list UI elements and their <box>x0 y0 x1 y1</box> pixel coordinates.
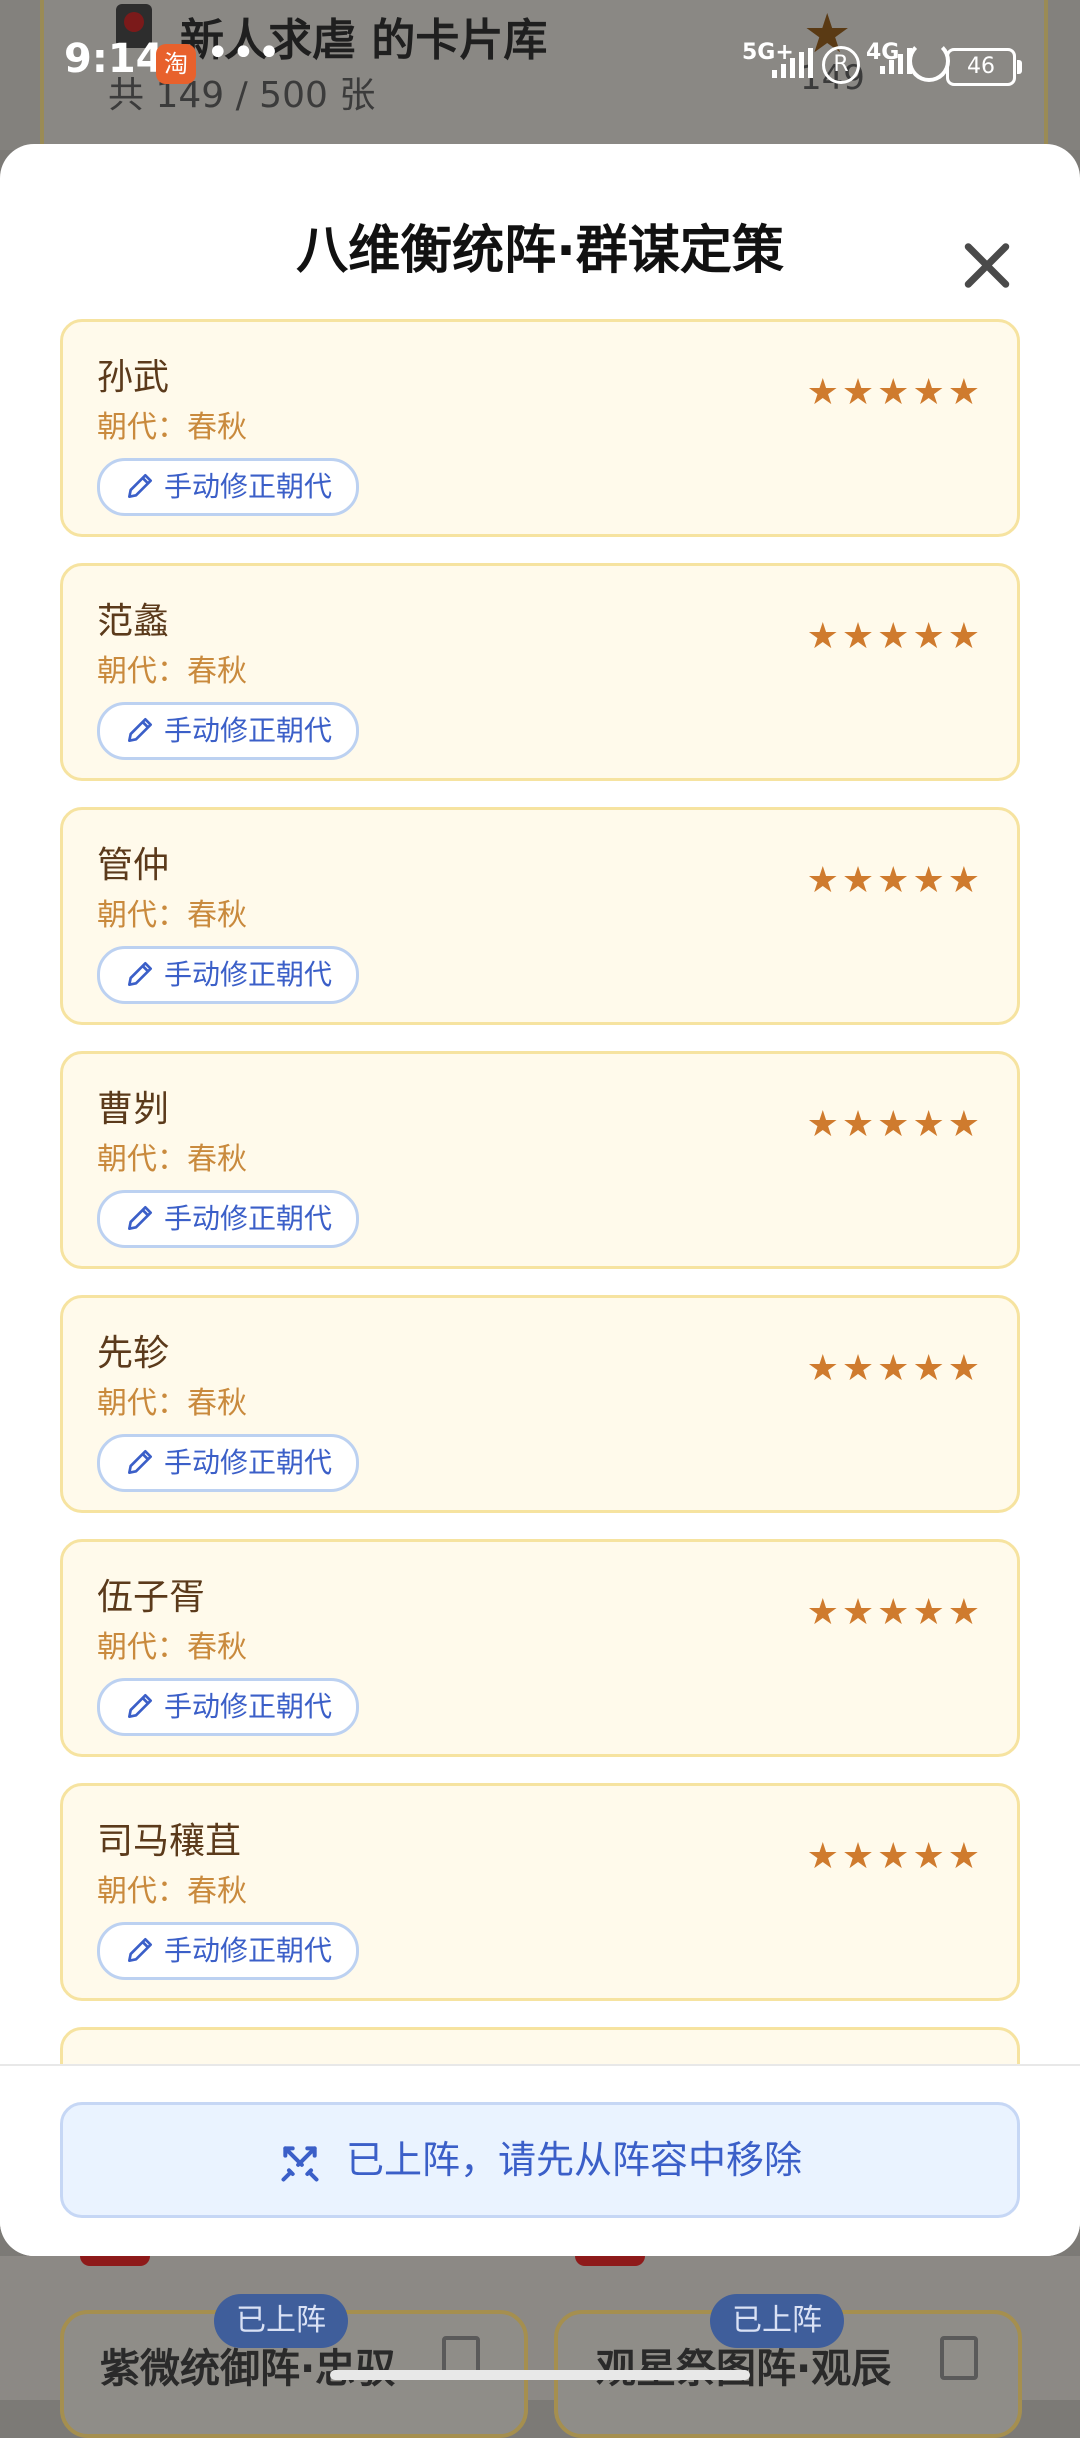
card-red-tab <box>575 2256 645 2266</box>
member-name: 伍子胥 <box>97 1577 206 1618</box>
status-time: 9:14 <box>64 36 164 82</box>
fix-dynasty-button[interactable]: 手动修正朝代 <box>97 702 360 760</box>
member-name: 孙武 <box>97 357 170 398</box>
fix-dynasty-button[interactable]: 手动修正朝代 <box>97 1434 360 1492</box>
home-indicator[interactable] <box>330 2370 750 2380</box>
sheet-title: 八维衡统阵·群谋定策 <box>296 221 784 281</box>
crossed-swords-icon <box>281 2145 319 2182</box>
member-dynasty: 朝代：春秋 <box>97 1630 247 1665</box>
member-card[interactable]: 司马穰苴 朝代：春秋 ★★★★★ 手动修正朝代 <box>60 1783 1020 2001</box>
close-button[interactable] <box>955 234 1019 298</box>
rating-stars: ★★★★★ <box>806 616 983 657</box>
member-name: 范蠡 <box>97 601 170 642</box>
member-name: 曹刿 <box>97 1089 170 1130</box>
member-card[interactable]: 伍子胥 朝代：春秋 ★★★★★ 手动修正朝代 <box>60 1539 1020 1757</box>
fix-dynasty-label: 手动修正朝代 <box>164 1690 333 1723</box>
rating-stars: ★★★★★ <box>806 1104 983 1145</box>
deployed-badge: 已上阵 <box>214 2294 348 2348</box>
rating-stars: ★★★★★ <box>806 1348 983 1389</box>
pencil-icon <box>128 1694 152 1718</box>
fix-dynasty-button[interactable]: 手动修正朝代 <box>97 946 360 1004</box>
rating-stars: ★★★★★ <box>806 1836 983 1877</box>
already-deployed-button[interactable]: 已上阵，请先从阵容中移除 <box>60 2102 1020 2218</box>
fix-dynasty-button[interactable]: 手动修正朝代 <box>97 1190 360 1248</box>
rating-stars: ★★★★★ <box>806 860 983 901</box>
rating-stars: ★★★★★ <box>806 1592 983 1633</box>
trash-icon[interactable] <box>940 2336 978 2380</box>
more-notifications-icon: ••• <box>206 30 283 76</box>
sync-icon <box>908 40 950 82</box>
member-dynasty: 朝代：春秋 <box>97 654 247 689</box>
fix-dynasty-label: 手动修正朝代 <box>164 1202 333 1235</box>
fix-dynasty-button[interactable]: 手动修正朝代 <box>97 1922 360 1980</box>
sheet-footer: 已上阵，请先从阵容中移除 <box>0 2064 1080 2256</box>
battery-icon: 46 <box>946 48 1022 86</box>
pencil-icon <box>128 962 152 986</box>
member-name: 管仲 <box>97 845 170 886</box>
already-deployed-label: 已上阵，请先从阵容中移除 <box>345 2138 802 2182</box>
member-dynasty: 朝代：春秋 <box>97 898 247 933</box>
pencil-icon <box>128 1450 152 1474</box>
member-card[interactable]: 范蠡 朝代：春秋 ★★★★★ 手动修正朝代 <box>60 563 1020 781</box>
pencil-icon <box>128 718 152 742</box>
fix-dynasty-label: 手动修正朝代 <box>164 714 333 747</box>
member-card-list[interactable]: 孙武 朝代：春秋 ★★★★★ 手动修正朝代 范蠡 朝代：春秋 ★★★★★ 手动修… <box>60 319 1020 2199</box>
member-card[interactable]: 管仲 朝代：春秋 ★★★★★ 手动修正朝代 <box>60 807 1020 1025</box>
fix-dynasty-button[interactable]: 手动修正朝代 <box>97 1678 360 1736</box>
member-card[interactable]: 曹刿 朝代：春秋 ★★★★★ 手动修正朝代 <box>60 1051 1020 1269</box>
card-red-tab <box>80 2256 150 2266</box>
roaming-icon: R <box>822 46 860 84</box>
rating-stars: ★★★★★ <box>806 372 983 413</box>
fix-dynasty-button[interactable]: 手动修正朝代 <box>97 458 360 516</box>
member-name: 先轸 <box>97 1333 170 1374</box>
fix-dynasty-label: 手动修正朝代 <box>164 1446 333 1479</box>
member-card[interactable]: 先轸 朝代：春秋 ★★★★★ 手动修正朝代 <box>60 1295 1020 1513</box>
pencil-icon <box>128 474 152 498</box>
pencil-icon <box>128 1206 152 1230</box>
fix-dynasty-label: 手动修正朝代 <box>164 1934 333 1967</box>
member-dynasty: 朝代：春秋 <box>97 1386 247 1421</box>
pencil-icon <box>128 1938 152 1962</box>
member-dynasty: 朝代：春秋 <box>97 410 247 445</box>
fix-dynasty-label: 手动修正朝代 <box>164 958 333 991</box>
deployed-badge: 已上阵 <box>710 2294 844 2348</box>
member-card[interactable]: 孙武 朝代：春秋 ★★★★★ 手动修正朝代 <box>60 319 1020 537</box>
fix-dynasty-label: 手动修正朝代 <box>164 470 333 503</box>
formation-detail-sheet: 八维衡统阵·群谋定策 孙武 朝代：春秋 ★★★★★ 手动修正朝代 范蠡 朝代：春… <box>0 144 1080 2256</box>
signal-strength-icon <box>772 48 813 78</box>
member-name: 司马穰苴 <box>97 1821 242 1862</box>
taobao-notification-icon: 淘 <box>156 44 196 84</box>
member-dynasty: 朝代：春秋 <box>97 1142 247 1177</box>
member-dynasty: 朝代：春秋 <box>97 1874 247 1909</box>
